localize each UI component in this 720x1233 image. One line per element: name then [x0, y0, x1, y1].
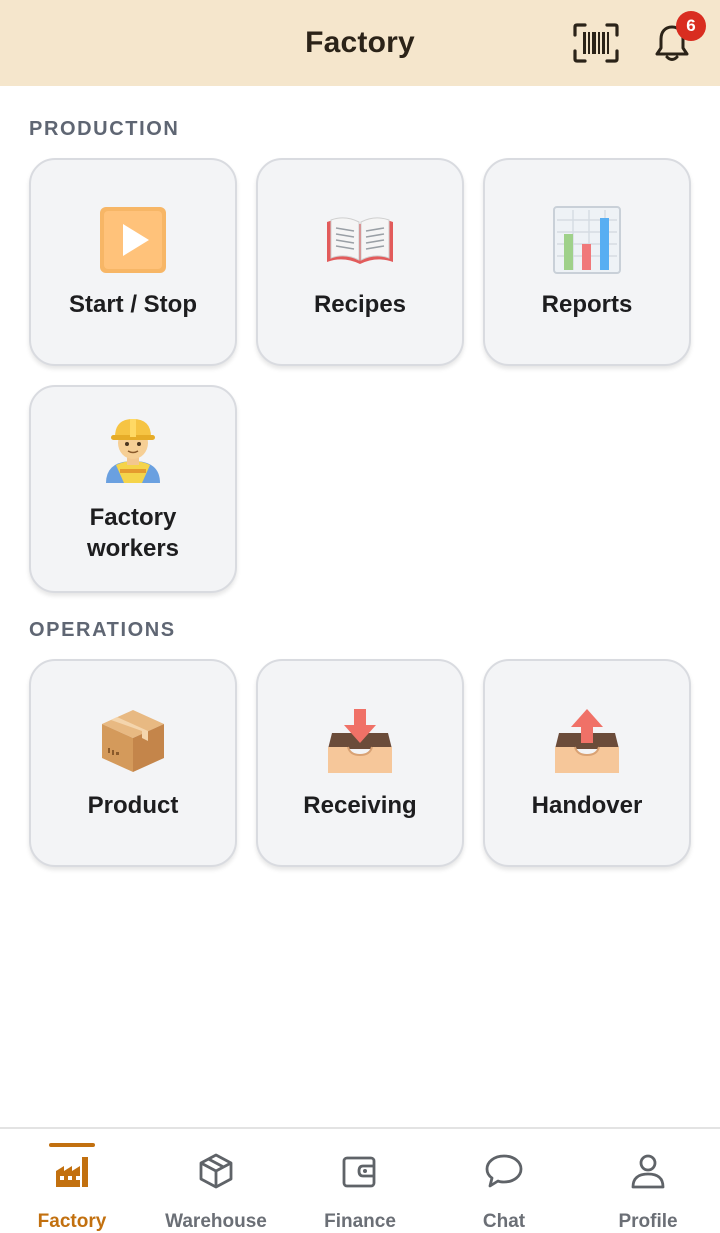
section-title-production: PRODUCTION [29, 118, 180, 140]
nav-label: Factory [37, 1211, 107, 1232]
notification-badge: 6 [676, 11, 706, 41]
barcode-scanner-icon [573, 23, 619, 63]
factory-icon [50, 1149, 94, 1193]
page-title: Factory [305, 26, 415, 59]
app-header: Factory 6 [0, 0, 720, 86]
package-box-icon [98, 706, 168, 776]
nav-label: Profile [618, 1211, 678, 1232]
tile-label: Recipes [313, 290, 407, 318]
bottom-nav: Factory Warehouse Finance Chat Profile [0, 1127, 720, 1233]
open-book-icon [325, 205, 395, 275]
nav-label: Warehouse [165, 1211, 267, 1232]
tile-product[interactable]: Product [29, 659, 237, 867]
active-tab-indicator [49, 1143, 95, 1147]
tile-label: Factory workers [77, 502, 189, 564]
tile-receiving[interactable]: Receiving [256, 659, 464, 867]
nav-label: Finance [324, 1211, 396, 1232]
construction-worker-icon [98, 414, 168, 484]
nav-item-chat[interactable]: Chat [432, 1129, 576, 1233]
tile-label: Receiving [303, 791, 417, 819]
tile-label: Reports [541, 290, 633, 318]
notifications-button[interactable]: 6 [648, 11, 706, 67]
tile-recipes[interactable]: Recipes [256, 158, 464, 366]
header-actions: 6 [572, 0, 706, 86]
factory-screen: Factory 6 PRODUCTION Start / Stop Recipe… [0, 0, 720, 1233]
outbox-tray-icon [552, 706, 622, 776]
tile-label: Start / Stop [68, 290, 197, 318]
nav-item-finance[interactable]: Finance [288, 1129, 432, 1233]
user-icon [626, 1149, 670, 1193]
tile-handover[interactable]: Handover [483, 659, 691, 867]
nav-item-warehouse[interactable]: Warehouse [144, 1129, 288, 1233]
cube-icon [194, 1149, 238, 1193]
tile-label: Handover [531, 791, 643, 819]
nav-item-factory[interactable]: Factory [0, 1129, 144, 1233]
play-button-icon [98, 205, 168, 275]
inbox-tray-icon [325, 706, 395, 776]
tile-label-line2: workers [86, 535, 180, 562]
nav-label: Chat [482, 1211, 526, 1232]
tile-reports[interactable]: Reports [483, 158, 691, 366]
wallet-icon [338, 1149, 382, 1193]
tile-factory-workers[interactable]: Factory workers [29, 385, 237, 593]
tile-start-stop[interactable]: Start / Stop [29, 158, 237, 366]
chat-bubble-icon [482, 1149, 526, 1193]
nav-item-profile[interactable]: Profile [576, 1129, 720, 1233]
barcode-scan-button[interactable] [572, 19, 620, 67]
section-title-operations: OPERATIONS [29, 619, 176, 641]
tile-label: Product [87, 791, 179, 819]
tile-label-line1: Factory [89, 504, 177, 531]
bar-chart-icon [552, 205, 622, 275]
